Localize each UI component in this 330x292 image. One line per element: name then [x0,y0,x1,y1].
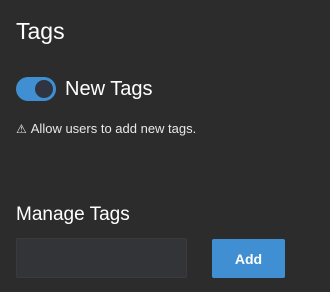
new-tag-input[interactable] [16,238,187,278]
new-tags-label: New Tags [65,78,153,100]
warning-text: Allow users to add new tags. [30,121,197,136]
warning-triangle-icon: ⚠ [16,122,27,136]
manage-tags-title: Manage Tags [16,204,130,225]
add-tag-button[interactable]: Add [212,239,285,278]
new-tags-toggle-row: New Tags [16,77,152,101]
new-tags-toggle[interactable] [16,77,56,101]
tags-settings-panel: Tags New Tags ⚠ Allow users to add new t… [0,0,330,292]
toggle-knob [35,80,53,98]
tags-section-title: Tags [16,18,65,44]
new-tags-warning: ⚠ Allow users to add new tags. [16,121,196,137]
